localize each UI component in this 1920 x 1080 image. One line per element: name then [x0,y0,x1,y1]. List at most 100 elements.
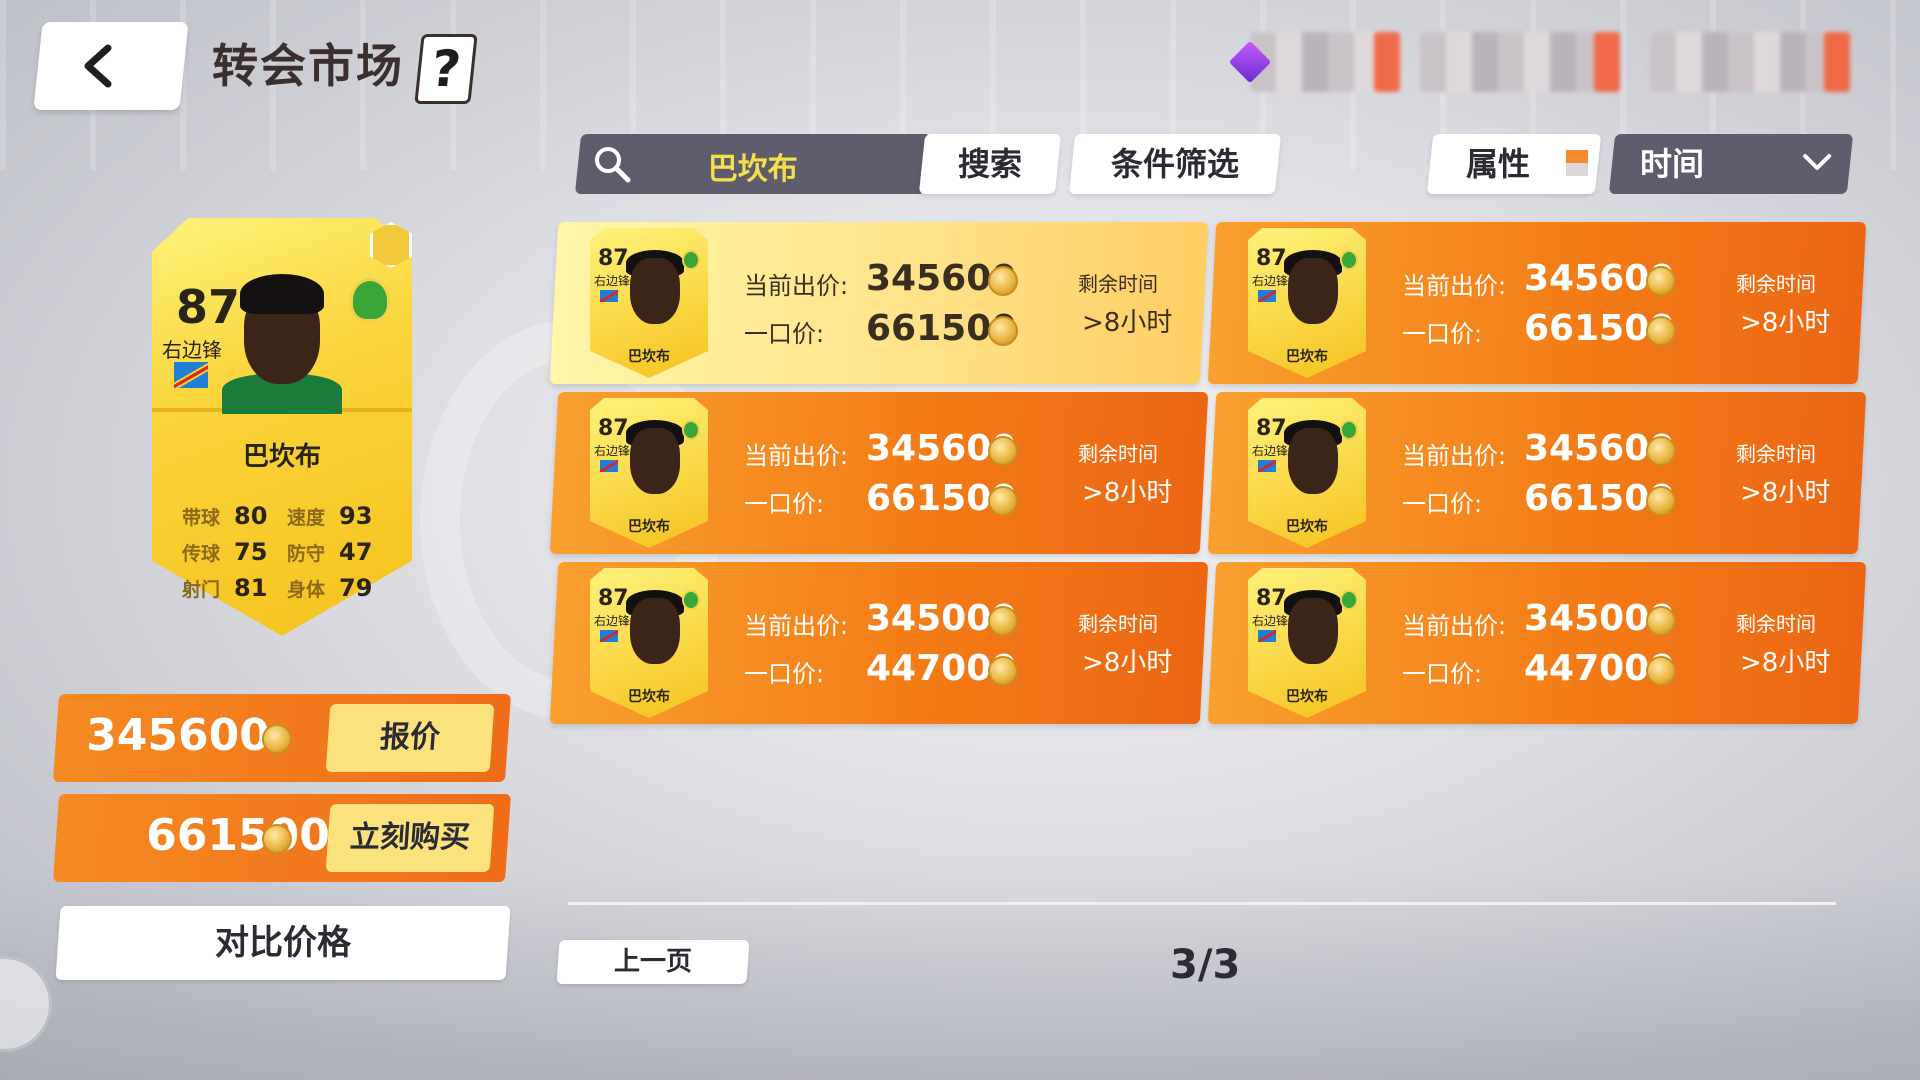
stat-label: 防守 [287,542,326,565]
nation-flag-icon [1258,630,1276,642]
stat-label: 速度 [287,506,326,529]
listing-player-name: 巴坎布 [1286,349,1328,365]
listing-position: 右边锋 [594,274,631,288]
search-query-text: 巴坎布 [707,152,798,187]
time-left-value: >8小时 [1740,308,1831,338]
time-left-value: >8小时 [1082,308,1173,338]
time-left-label: 剩余时间 [1736,612,1816,636]
listing-rating: 87 [598,246,629,271]
current-bid-label: 当前出价: [1402,272,1507,300]
coin-icon [261,724,292,754]
page-indicator: 3/3 [1170,942,1241,988]
time-left-label: 剩余时间 [1078,612,1158,636]
nation-flag-icon [174,362,208,388]
coin-icon [1646,656,1676,686]
club-badge-icon [1340,250,1358,270]
buy-now-button[interactable]: 立刻购买 [325,804,495,872]
time-left-label: 剩余时间 [1078,272,1158,296]
listing-rating: 87 [1256,246,1287,271]
help-button[interactable]: ? [414,34,478,104]
player-name: 巴坎布 [242,442,321,472]
coin-icon [1646,266,1676,296]
listing-player-card: 87 右边锋 巴坎布 [1248,568,1366,718]
time-left-label: 剩余时间 [1736,272,1816,296]
listing-player-name: 巴坎布 [628,519,670,535]
buyout-label: 一口价: [744,490,825,518]
buy-price: 661500 [146,810,330,861]
time-left-label: 剩余时间 [1736,442,1816,466]
listing-rating: 87 [598,586,629,611]
time-left-value: >8小时 [1082,648,1173,678]
stat-label: 传球 [182,542,221,565]
coin-icon [988,606,1018,636]
currency-gold[interactable] [1420,32,1620,92]
listing-card[interactable]: 87 右边锋 巴坎布 当前出价: 345600 一口价: 661500 剩余时间 >8小时 [1207,392,1867,554]
stat-value: 80 [234,502,268,530]
sort-select[interactable]: 时间 [1608,134,1854,194]
player-stats: 带球 80 速度 93 传球 75 防守 47 射门 81 身体 79 [182,498,392,606]
listing-card[interactable]: 87 右边锋 巴坎布 当前出价: 345600 一口价: 661500 剩余时间 >8小时 [549,222,1209,384]
back-button[interactable] [33,22,189,110]
listing-player-name: 巴坎布 [628,349,670,365]
listing-position: 右边锋 [1252,614,1289,628]
stat-value: 79 [339,574,373,602]
listing-player-name: 巴坎布 [628,689,670,705]
nation-flag-icon [600,290,618,302]
listing-card[interactable]: 87 右边锋 巴坎布 当前出价: 345000 一口价: 447000 剩余时间 >8小时 [1207,562,1867,724]
listing-position: 右边锋 [1252,444,1289,458]
chevron-left-icon [84,44,112,88]
coin-icon [988,436,1018,466]
listing-player-name: 巴坎布 [1286,519,1328,535]
nation-flag-icon [1258,290,1276,302]
coin-icon [988,486,1018,516]
listing-position: 右边锋 [594,614,631,628]
currency-gems[interactable] [1250,32,1400,92]
club-badge-icon [682,590,700,610]
prev-page-button[interactable]: 上一页 [556,940,750,984]
bid-row: 345600 报价 [52,694,512,782]
stat-label: 身体 [287,578,326,601]
stat-label: 射门 [182,578,221,601]
buyout-label: 一口价: [1402,490,1483,518]
coin-icon [261,824,292,854]
buy-row: 661500 立刻购买 [52,794,512,882]
divider [568,902,1836,905]
bid-button[interactable]: 报价 [325,704,495,772]
club-badge-icon [682,250,700,270]
club-badge-icon [1340,420,1358,440]
time-left-value: >8小时 [1740,478,1831,508]
currency-coins[interactable] [1650,32,1850,92]
listing-card[interactable]: 87 右边锋 巴坎布 当前出价: 345600 一口价: 661500 剩余时间 >8小时 [549,392,1209,554]
nation-flag-icon [1258,460,1276,472]
bid-price: 345600 [86,710,270,761]
listing-rating: 87 [598,416,629,441]
current-bid-label: 当前出价: [744,612,849,640]
compare-price-button[interactable]: 对比价格 [55,906,511,980]
filter-button[interactable]: 条件筛选 [1068,134,1282,194]
listing-card[interactable]: 87 右边锋 巴坎布 当前出价: 345000 一口价: 447000 剩余时间 >8小时 [549,562,1209,724]
player-card[interactable]: 87 右边锋 巴坎布 带球 80 速度 93 传球 75 防守 47 射门 81 身体 79 [152,218,412,636]
player-position: 右边锋 [162,338,222,362]
coin-icon [1646,436,1676,466]
page-title: 转会市场 [212,39,404,93]
listing-player-card: 87 右边锋巴坎布 [590,568,708,718]
coin-icon [1646,606,1676,636]
current-bid-label: 当前出价: [744,272,849,300]
listing-player-card: 87 右边锋巴坎布 [590,228,708,378]
search-input[interactable]: 巴坎布 [574,134,932,194]
chevron-down-icon [1803,154,1832,170]
search-button[interactable]: 搜索 [918,134,1062,194]
stat-value: 81 [234,574,268,602]
sort-direction-icon [1566,150,1588,176]
coin-icon [988,656,1018,686]
club-badge-icon [350,278,390,322]
time-left-label: 剩余时间 [1078,442,1158,466]
current-bid-label: 当前出价: [1402,442,1507,470]
listing-card[interactable]: 87 右边锋 巴坎布 当前出价: 345600 一口价: 661500 剩余时间 >8小时 [1207,222,1867,384]
sort-select-label: 时间 [1640,145,1705,183]
stat-value: 47 [339,538,373,566]
nation-flag-icon [600,460,618,472]
listing-position: 右边锋 [1252,274,1289,288]
current-bid-label: 当前出价: [744,442,849,470]
player-portrait [222,264,342,414]
